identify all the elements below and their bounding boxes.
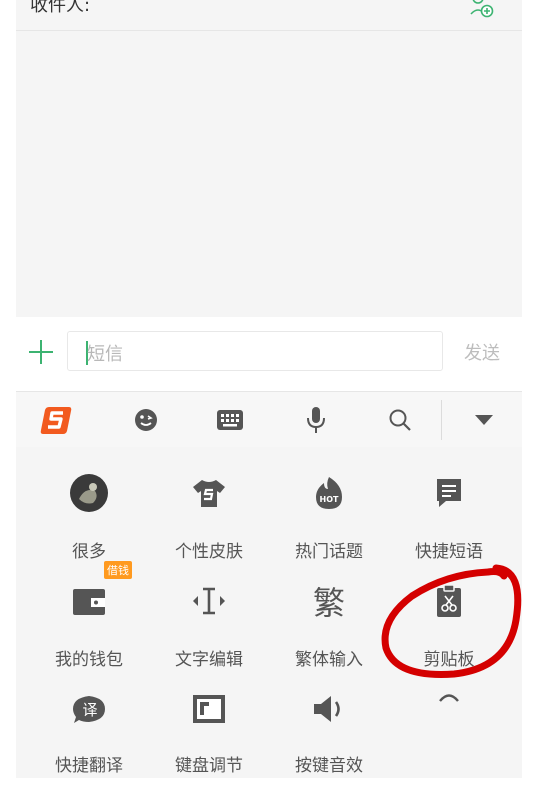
- translate-icon: 译: [69, 689, 109, 729]
- svg-text:HOT: HOT: [320, 495, 339, 504]
- grid-item-label: 键盘调节: [175, 756, 243, 776]
- grid-item-text-edit[interactable]: 文字编辑: [149, 555, 269, 670]
- grid-item-quick-phrase[interactable]: 快捷短语: [389, 447, 509, 562]
- grid-item-keyboard-resize[interactable]: 键盘调节: [149, 663, 269, 776]
- message-area: [16, 31, 522, 317]
- ime-function-grid: 很多 个性皮肤 HOT 热门话题 快捷短语 借钱 我的钱包 文字编辑 繁 繁体输…: [16, 447, 522, 778]
- sogou-logo-icon[interactable]: [36, 392, 76, 447]
- grid-item-avatar[interactable]: 很多: [29, 447, 149, 562]
- grid-item-hot-topic[interactable]: HOT 热门话题: [269, 447, 389, 562]
- grid-item-skin[interactable]: 个性皮肤: [149, 447, 269, 562]
- search-icon[interactable]: [378, 392, 422, 447]
- microphone-icon[interactable]: [296, 392, 336, 447]
- sms-screen: 收件人: 短信 发送 很多 个性皮肤 HOT 热门话题 快捷短语 借钱 我的钱包…: [16, 0, 522, 778]
- grid-item-wallet[interactable]: 借钱 我的钱包: [29, 555, 149, 670]
- toolbar-divider: [441, 400, 442, 440]
- wallet-icon: [69, 581, 109, 621]
- key-sound-icon: [309, 689, 349, 729]
- grid-item-traditional[interactable]: 繁 繁体输入: [269, 555, 389, 670]
- traditional-chinese-icon: 繁: [312, 584, 345, 622]
- keyboard-icon[interactable]: [208, 392, 252, 447]
- collapse-icon[interactable]: [464, 392, 504, 447]
- compose-bar: 短信 发送: [16, 317, 522, 391]
- grid-item-key-sound[interactable]: 按键音效: [269, 663, 389, 776]
- text-edit-icon: [189, 581, 229, 621]
- svg-text:译: 译: [82, 701, 97, 719]
- avatar-icon: [69, 473, 109, 513]
- recipient-label: 收件人:: [30, 0, 91, 16]
- ime-toolbar: [16, 391, 522, 448]
- skin-shirt-icon: [189, 473, 229, 513]
- quick-phrase-icon: [429, 473, 469, 513]
- add-contact-icon[interactable]: [470, 0, 494, 18]
- message-input[interactable]: 短信: [67, 331, 443, 371]
- keyboard-resize-icon: [189, 689, 229, 729]
- wallet-badge: 借钱: [104, 561, 132, 579]
- recipient-bar: 收件人:: [16, 0, 522, 31]
- grid-item-label: 按键音效: [295, 756, 363, 776]
- expand-up-icon: [429, 677, 469, 717]
- grid-item-clipboard[interactable]: 剪贴板: [389, 555, 509, 670]
- message-placeholder: 短信: [87, 344, 123, 365]
- clipboard-icon: [429, 581, 469, 621]
- grid-item-expand[interactable]: [389, 663, 509, 763]
- grid-item-label: 快捷翻译: [55, 756, 123, 776]
- grid-item-translate[interactable]: 译 快捷翻译: [29, 663, 149, 776]
- hot-topic-icon: HOT: [309, 473, 349, 513]
- emoji-icon[interactable]: [126, 392, 166, 447]
- attach-plus-icon[interactable]: [28, 339, 54, 365]
- send-button[interactable]: 发送: [464, 339, 500, 365]
